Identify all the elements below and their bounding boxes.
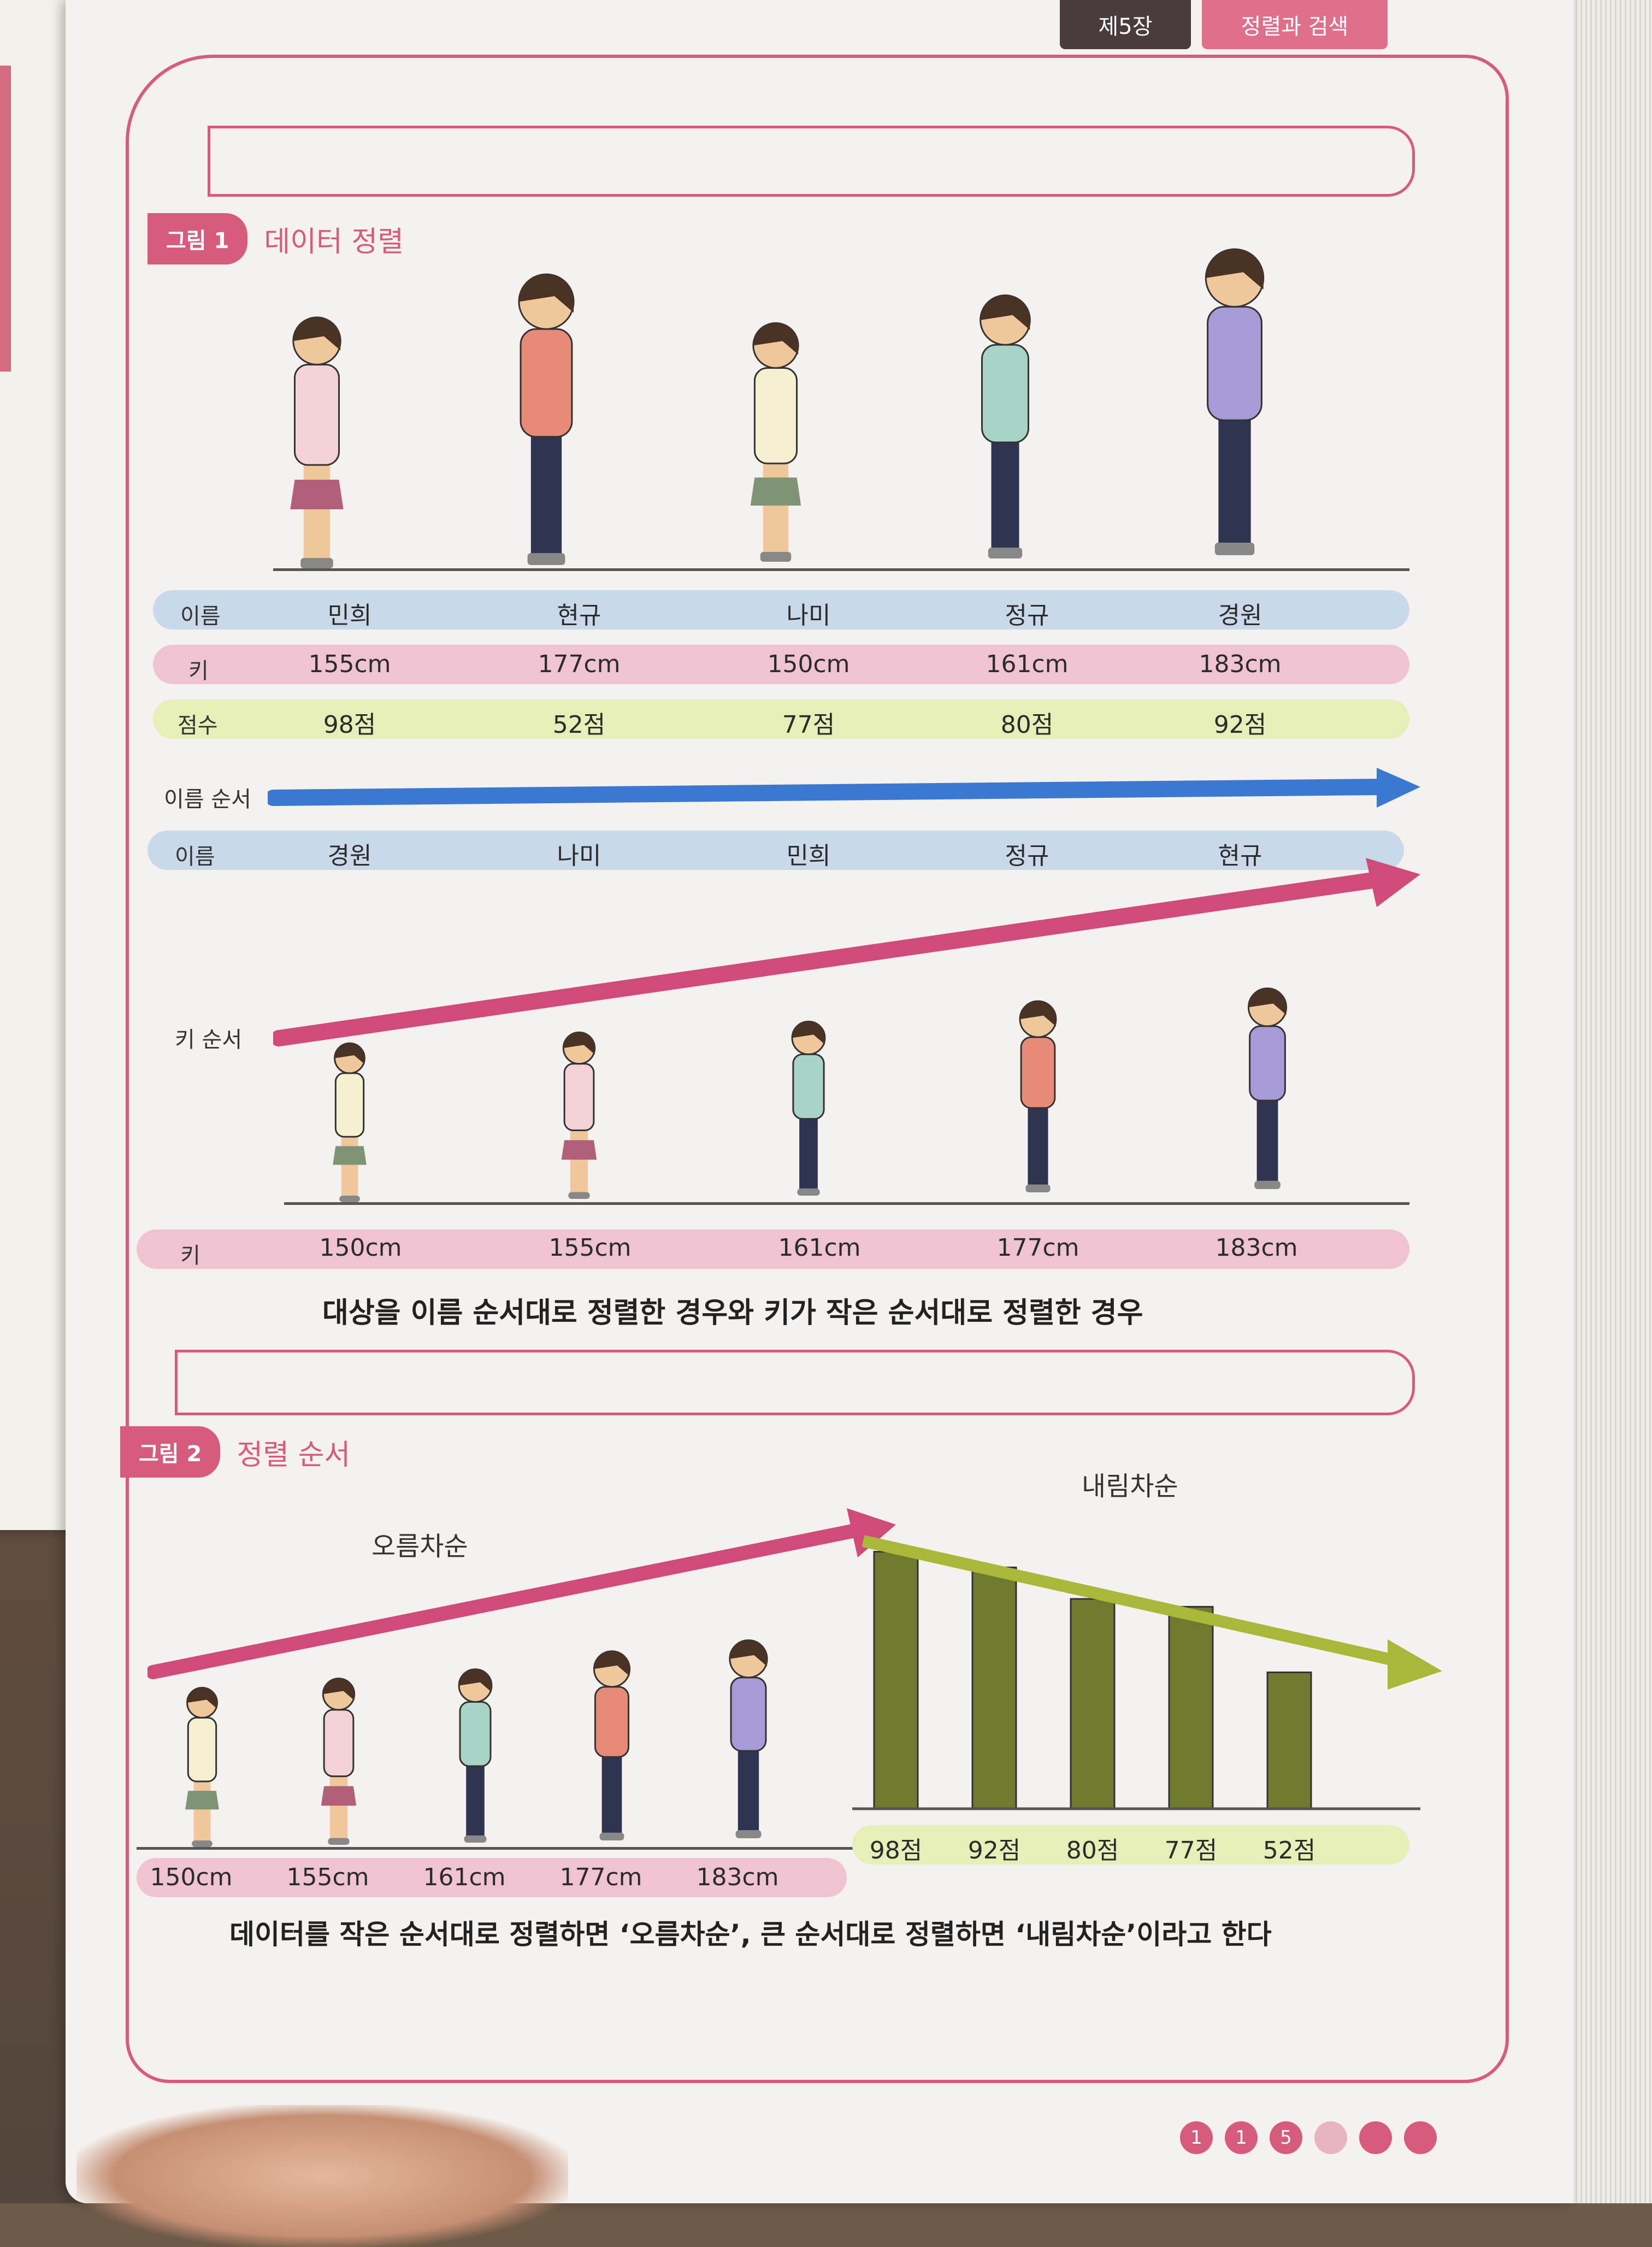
descending-bar xyxy=(873,1551,919,1810)
ground-line-3 xyxy=(137,1847,858,1850)
page-digit: 5 xyxy=(1270,2121,1302,2154)
people-ascending xyxy=(185,1639,768,1847)
figure2-badge: 그림 2 xyxy=(120,1426,221,1478)
chapter-title-tab: 정렬과 검색 xyxy=(1202,0,1388,49)
height-sorted-row-label: 키 xyxy=(180,1243,200,1268)
person-score: 77점 xyxy=(782,711,835,739)
height-row-label: 키 xyxy=(188,658,209,684)
person-figure xyxy=(1205,248,1265,555)
ascending-value: 183cm xyxy=(696,1863,779,1891)
name-row-label: 이름 xyxy=(180,604,221,629)
figure2-header-bar xyxy=(175,1350,1415,1415)
person-figure xyxy=(290,316,344,568)
descending-bar xyxy=(1070,1598,1116,1810)
person-height: 155cm xyxy=(308,650,391,678)
person-figure xyxy=(729,1639,768,1838)
sorted-height: 155cm xyxy=(548,1234,632,1262)
person-figure xyxy=(561,1031,597,1199)
name-sorted-row-label: 이름 xyxy=(175,844,215,869)
person-name: 경원 xyxy=(1218,602,1262,630)
page-dot-decoration xyxy=(1404,2121,1437,2154)
person-score: 80점 xyxy=(1000,711,1054,739)
figure2-title: 정렬 순서 xyxy=(237,1438,351,1472)
person-name: 현규 xyxy=(557,602,601,630)
person-name: 정규 xyxy=(1005,602,1049,630)
sorted-height: 183cm xyxy=(1215,1234,1298,1262)
person-score: 52점 xyxy=(552,711,606,739)
figure1-header-bar xyxy=(208,126,1415,197)
descending-arrow xyxy=(862,1535,1400,1667)
descending-arrow-head xyxy=(1388,1639,1442,1690)
ground-line-1 xyxy=(273,568,1409,571)
figure1-badge: 그림 1 xyxy=(148,213,248,264)
people-original-order xyxy=(290,248,1265,568)
page-digit: 1 xyxy=(1225,2121,1258,2154)
person-name: 나미 xyxy=(786,602,831,630)
name-order-arrow xyxy=(268,768,1420,808)
person-figure xyxy=(1247,987,1288,1189)
figure2-header: 그림 2 정렬 순서 xyxy=(120,1426,350,1478)
person-height: 161cm xyxy=(986,650,1069,678)
ascending-value: 161cm xyxy=(423,1863,506,1891)
thumb xyxy=(76,2105,568,2247)
person-figure xyxy=(750,322,801,562)
sorted-height: 150cm xyxy=(319,1234,402,1262)
people-height-order xyxy=(333,987,1288,1202)
descending-value: 52점 xyxy=(1262,1837,1316,1864)
score-row-label: 점수 xyxy=(178,713,218,738)
ground-line-2 xyxy=(284,1202,1409,1205)
descending-bar-chart xyxy=(852,1535,1442,1810)
ascending-value: 150cm xyxy=(150,1863,233,1891)
person-figure xyxy=(1019,1000,1057,1192)
person-height: 183cm xyxy=(1199,650,1282,678)
page-dot-decoration xyxy=(1359,2121,1392,2154)
height-order-label: 키 순서 xyxy=(175,1027,243,1052)
person-height: 150cm xyxy=(767,650,850,678)
descending-bar xyxy=(1266,1671,1312,1810)
chapter-tab: 제5장 xyxy=(1060,0,1191,49)
page-dot-decoration xyxy=(1314,2121,1347,2154)
person-figure xyxy=(321,1678,357,1845)
person-figure xyxy=(333,1042,367,1202)
person-figure xyxy=(518,273,575,565)
ascending-value: 177cm xyxy=(559,1863,642,1891)
sorted-height: 177cm xyxy=(996,1234,1079,1262)
person-name: 민희 xyxy=(327,602,372,630)
name-order-label: 이름 순서 xyxy=(164,787,251,812)
descending-bar xyxy=(971,1566,1017,1810)
person-figure xyxy=(593,1650,631,1840)
ascending-value: 155cm xyxy=(286,1863,369,1891)
person-score: 92점 xyxy=(1213,711,1267,739)
page-number: 1 1 5 xyxy=(1180,2121,1437,2154)
page-digit: 1 xyxy=(1180,2121,1213,2154)
person-figure xyxy=(791,1020,826,1196)
book-page: 제5장 정렬과 검색 그림 1 데이터 정렬 이름 키 점수 민희 현규 나미 … xyxy=(66,0,1573,2203)
person-figure xyxy=(185,1687,219,1847)
person-height: 177cm xyxy=(538,650,621,678)
descending-bar xyxy=(1168,1605,1214,1810)
figure2-caption: 데이터를 작은 순서대로 정렬하면 ‘오름차순’, 큰 순서대로 정렬하면 ‘내… xyxy=(229,1919,1272,1950)
person-score: 98점 xyxy=(323,711,376,739)
person-figure xyxy=(458,1668,493,1843)
figure1-caption: 대상을 이름 순서대로 정렬한 경우와 키가 작은 순서대로 정렬한 경우 xyxy=(322,1297,1143,1330)
sorted-height: 161cm xyxy=(778,1234,861,1262)
person-figure xyxy=(980,294,1031,558)
page-ribbon xyxy=(0,66,11,372)
